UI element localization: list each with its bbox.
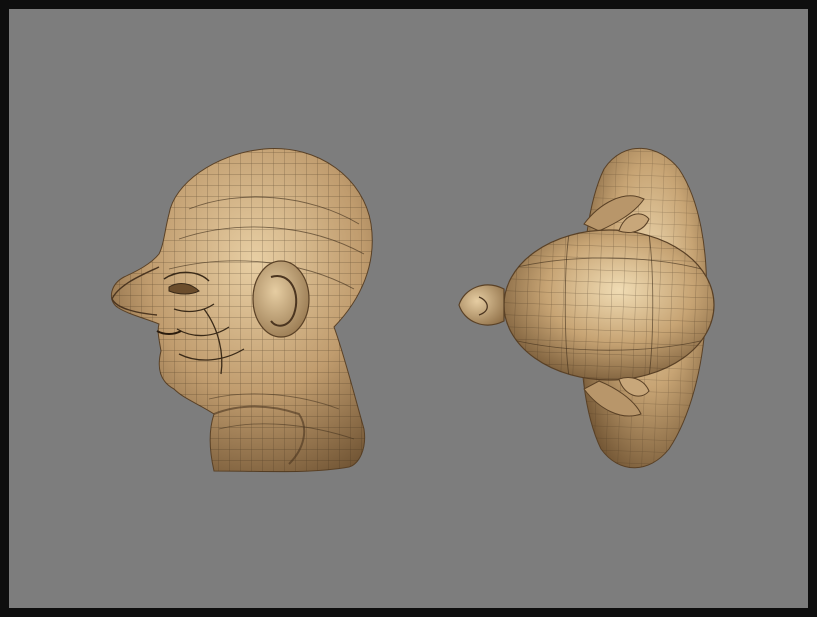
top-nose (458, 284, 505, 326)
scene-svg (110, 147, 715, 473)
side-view-model (110, 148, 373, 473)
window-frame (0, 0, 817, 617)
render-viewport (9, 9, 808, 608)
top-view-model (458, 147, 715, 469)
